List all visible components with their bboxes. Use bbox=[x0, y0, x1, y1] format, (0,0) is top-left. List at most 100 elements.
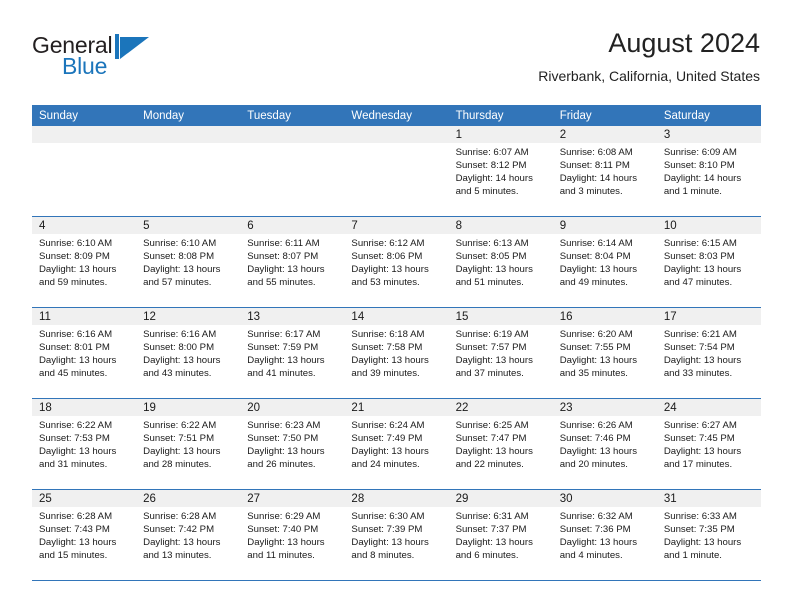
day-details: Sunrise: 6:28 AM Sunset: 7:42 PM Daylight:… bbox=[136, 507, 240, 562]
sunrise-time: Sunrise: 6:24 AM bbox=[351, 420, 425, 431]
day-cell[interactable]: 24 Sunrise: 6:27 AM Sunset: 7:45 PM Dayligh… bbox=[656, 399, 761, 489]
sunrise-time: Sunrise: 6:08 AM bbox=[559, 147, 633, 158]
day-number: 14 bbox=[344, 308, 449, 325]
sunrise-time: Sunrise: 6:22 AM bbox=[39, 420, 113, 431]
day-number: 9 bbox=[552, 217, 657, 234]
day-cell[interactable]: 14 Sunrise: 6:18 AM Sunset: 7:58 PM Dayligh… bbox=[344, 308, 449, 398]
day-cell[interactable]: 11 Sunrise: 6:16 AM Sunset: 8:01 PM Dayligh… bbox=[32, 308, 137, 398]
day-number: 31 bbox=[656, 490, 761, 507]
day-cell[interactable]: 30 Sunrise: 6:32 AM Sunset: 7:36 PM Dayligh… bbox=[552, 490, 657, 580]
sunrise-time: Sunrise: 6:10 AM bbox=[39, 238, 113, 249]
sunset-time: Sunset: 7:59 PM bbox=[247, 342, 319, 354]
page-title: August 2024 bbox=[608, 28, 760, 58]
day-details: Sunrise: 6:12 AM Sunset: 8:06 PM Daylight:… bbox=[344, 234, 448, 289]
day-number: 21 bbox=[344, 399, 449, 416]
daylight-duration: Daylight: 14 hours and 1 minute. bbox=[663, 173, 742, 198]
daylight-duration: Daylight: 13 hours and 17 minutes. bbox=[663, 446, 742, 471]
daylight-duration: Daylight: 13 hours and 4 minutes. bbox=[559, 537, 638, 562]
day-cell[interactable]: 22 Sunrise: 6:25 AM Sunset: 7:47 PM Dayligh… bbox=[448, 399, 553, 489]
day-cell[interactable]: 29 Sunrise: 6:31 AM Sunset: 7:37 PM Dayligh… bbox=[448, 490, 553, 580]
weekday-header-tuesday: Tuesday bbox=[247, 110, 291, 122]
day-cell[interactable]: 10 Sunrise: 6:15 AM Sunset: 8:03 PM Dayligh… bbox=[656, 217, 761, 307]
daylight-duration: Daylight: 13 hours and 45 minutes. bbox=[39, 355, 117, 380]
sunset-time: Sunset: 8:06 PM bbox=[351, 251, 423, 263]
general-blue-logo: General Blue bbox=[32, 32, 212, 88]
sunrise-time: Sunrise: 6:07 AM bbox=[455, 147, 529, 158]
day-number: 16 bbox=[552, 308, 657, 325]
day-number: 1 bbox=[448, 126, 553, 143]
calendar-week-row: 18 Sunrise: 6:22 AM Sunset: 7:53 PM Dayligh… bbox=[32, 398, 761, 489]
daylight-duration: Daylight: 13 hours and 8 minutes. bbox=[351, 537, 429, 562]
day-details: Sunrise: 6:13 AM Sunset: 8:05 PM Daylight:… bbox=[449, 234, 553, 289]
day-cell[interactable]: 15 Sunrise: 6:19 AM Sunset: 7:57 PM Dayligh… bbox=[448, 308, 553, 398]
day-details: Sunrise: 6:27 AM Sunset: 7:45 PM Daylight:… bbox=[657, 416, 761, 471]
daylight-duration: Daylight: 13 hours and 31 minutes. bbox=[39, 446, 117, 471]
day-details: Sunrise: 6:09 AM Sunset: 8:10 PM Daylight:… bbox=[657, 143, 761, 198]
sunrise-time: Sunrise: 6:18 AM bbox=[351, 329, 425, 340]
sunset-time: Sunset: 7:58 PM bbox=[351, 342, 423, 354]
day-cell[interactable]: 20 Sunrise: 6:23 AM Sunset: 7:50 PM Dayligh… bbox=[240, 399, 345, 489]
day-cell[interactable]: 6 Sunrise: 6:11 AM Sunset: 8:07 PM Daylight… bbox=[240, 217, 345, 307]
day-details: Sunrise: 6:20 AM Sunset: 7:55 PM Daylight:… bbox=[553, 325, 657, 380]
day-cell[interactable]: 19 Sunrise: 6:22 AM Sunset: 7:51 PM Dayligh… bbox=[136, 399, 241, 489]
weekday-header-friday: Friday bbox=[559, 110, 592, 122]
day-cell[interactable]: 16 Sunrise: 6:20 AM Sunset: 7:55 PM Dayligh… bbox=[552, 308, 657, 398]
daylight-duration: Daylight: 13 hours and 43 minutes. bbox=[143, 355, 221, 380]
day-cell[interactable]: 21 Sunrise: 6:24 AM Sunset: 7:49 PM Dayligh… bbox=[344, 399, 449, 489]
day-cell[interactable]: 3 Sunrise: 6:09 AM Sunset: 8:10 PM Daylight… bbox=[656, 126, 761, 216]
sunrise-time: Sunrise: 6:23 AM bbox=[247, 420, 321, 431]
day-cell[interactable]: 23 Sunrise: 6:26 AM Sunset: 7:46 PM Dayligh… bbox=[552, 399, 657, 489]
day-number: 17 bbox=[656, 308, 761, 325]
daylight-duration: Daylight: 13 hours and 20 minutes. bbox=[559, 446, 638, 471]
sunrise-time: Sunrise: 6:11 AM bbox=[247, 238, 320, 249]
daylight-duration: Daylight: 13 hours and 28 minutes. bbox=[143, 446, 221, 471]
sunrise-time: Sunrise: 6:14 AM bbox=[559, 238, 633, 249]
day-number bbox=[240, 126, 345, 143]
daylight-duration: Daylight: 13 hours and 11 minutes. bbox=[247, 537, 325, 562]
daylight-duration: Daylight: 13 hours and 1 minute. bbox=[663, 537, 742, 562]
daylight-duration: Daylight: 13 hours and 57 minutes. bbox=[143, 264, 221, 289]
sunrise-time: Sunrise: 6:28 AM bbox=[39, 511, 113, 522]
sunrise-time: Sunrise: 6:10 AM bbox=[143, 238, 217, 249]
sunrise-time: Sunrise: 6:29 AM bbox=[247, 511, 321, 522]
sunset-time: Sunset: 7:35 PM bbox=[663, 524, 735, 536]
day-number: 2 bbox=[552, 126, 657, 143]
sunset-time: Sunset: 7:40 PM bbox=[247, 524, 319, 536]
sunrise-time: Sunrise: 6:09 AM bbox=[663, 147, 737, 158]
calendar-grid: Sunday Monday Tuesday Wednesday Thursday… bbox=[32, 105, 761, 581]
calendar-page: General Blue August 2024 Riverbank, Cali… bbox=[0, 0, 792, 612]
day-details: Sunrise: 6:28 AM Sunset: 7:43 PM Daylight:… bbox=[32, 507, 136, 562]
day-cell[interactable]: 4 Sunrise: 6:10 AM Sunset: 8:09 PM Daylight… bbox=[32, 217, 137, 307]
day-number: 13 bbox=[240, 308, 345, 325]
day-cell[interactable]: 2 Sunrise: 6:08 AM Sunset: 8:11 PM Daylight… bbox=[552, 126, 657, 216]
sunset-time: Sunset: 7:37 PM bbox=[455, 524, 527, 536]
day-cell[interactable]: 8 Sunrise: 6:13 AM Sunset: 8:05 PM Daylight… bbox=[448, 217, 553, 307]
day-number bbox=[344, 126, 449, 143]
daylight-duration: Daylight: 13 hours and 37 minutes. bbox=[455, 355, 533, 380]
day-details: Sunrise: 6:10 AM Sunset: 8:08 PM Daylight:… bbox=[136, 234, 240, 289]
day-details: Sunrise: 6:23 AM Sunset: 7:50 PM Daylight:… bbox=[240, 416, 344, 471]
sunset-time: Sunset: 7:39 PM bbox=[351, 524, 423, 536]
day-cell[interactable]: 5 Sunrise: 6:10 AM Sunset: 8:08 PM Daylight… bbox=[136, 217, 241, 307]
day-cell[interactable]: 26 Sunrise: 6:28 AM Sunset: 7:42 PM Dayligh… bbox=[136, 490, 241, 580]
day-cell[interactable]: 13 Sunrise: 6:17 AM Sunset: 7:59 PM Dayligh… bbox=[240, 308, 345, 398]
day-cell[interactable]: 17 Sunrise: 6:21 AM Sunset: 7:54 PM Dayligh… bbox=[656, 308, 761, 398]
day-cell[interactable]: 31 Sunrise: 6:33 AM Sunset: 7:35 PM Dayligh… bbox=[656, 490, 761, 580]
daylight-duration: Daylight: 13 hours and 15 minutes. bbox=[39, 537, 117, 562]
sunset-time: Sunset: 7:45 PM bbox=[663, 433, 735, 445]
day-cell[interactable]: 28 Sunrise: 6:30 AM Sunset: 7:39 PM Dayligh… bbox=[344, 490, 449, 580]
sunrise-time: Sunrise: 6:15 AM bbox=[663, 238, 737, 249]
day-cell[interactable]: 12 Sunrise: 6:16 AM Sunset: 8:00 PM Dayligh… bbox=[136, 308, 241, 398]
daylight-duration: Daylight: 13 hours and 13 minutes. bbox=[143, 537, 221, 562]
day-cell[interactable]: 9 Sunrise: 6:14 AM Sunset: 8:04 PM Daylight… bbox=[552, 217, 657, 307]
day-cell[interactable]: 1 Sunrise: 6:07 AM Sunset: 8:12 PM Daylight… bbox=[448, 126, 553, 216]
day-cell[interactable]: 25 Sunrise: 6:28 AM Sunset: 7:43 PM Dayligh… bbox=[32, 490, 137, 580]
day-cell[interactable]: 7 Sunrise: 6:12 AM Sunset: 8:06 PM Daylight… bbox=[344, 217, 449, 307]
day-cell[interactable]: 27 Sunrise: 6:29 AM Sunset: 7:40 PM Dayligh… bbox=[240, 490, 345, 580]
day-details: Sunrise: 6:17 AM Sunset: 7:59 PM Daylight:… bbox=[240, 325, 344, 380]
day-details: Sunrise: 6:10 AM Sunset: 8:09 PM Daylight:… bbox=[32, 234, 136, 289]
day-details: Sunrise: 6:32 AM Sunset: 7:36 PM Daylight:… bbox=[553, 507, 657, 562]
daylight-duration: Daylight: 13 hours and 59 minutes. bbox=[39, 264, 117, 289]
day-cell[interactable]: 18 Sunrise: 6:22 AM Sunset: 7:53 PM Dayligh… bbox=[32, 399, 137, 489]
triangle-flag-icon bbox=[115, 34, 149, 60]
